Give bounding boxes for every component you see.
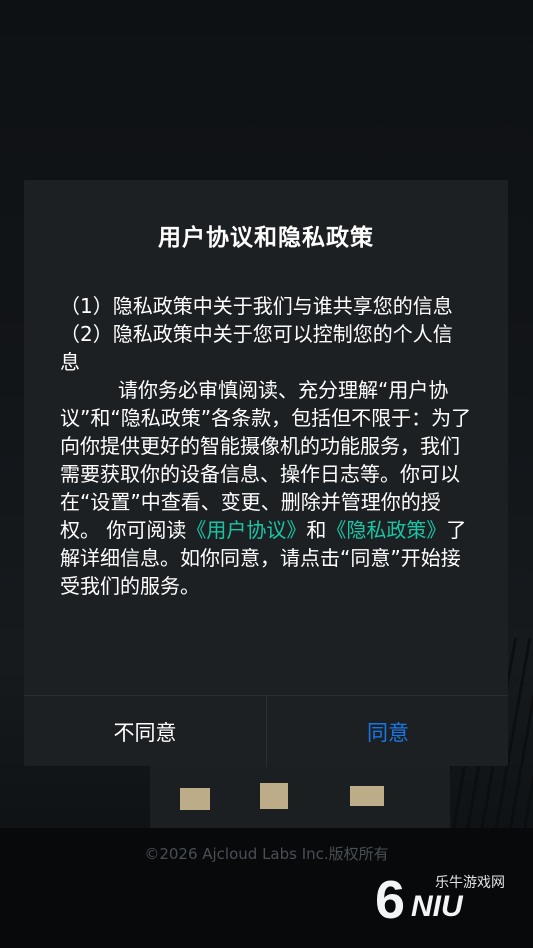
user-agreement-link[interactable]: 《用户协议》: [186, 518, 306, 542]
policy-item-2: （2）隐私政策中关于您可以控制您的个人信息: [60, 322, 453, 374]
copyright-text: ©2026 Ajcloud Labs Inc.版权所有: [144, 845, 389, 863]
dialog-title: 用户协议和隐私政策: [158, 225, 374, 251]
dialog-button-bar: 不同意 同意: [24, 695, 508, 767]
policy-body: 请你务必审慎阅读、充分理解“用户协议”和“隐私政策”各条款，包括但不限于：为了向…: [60, 376, 472, 600]
agree-button[interactable]: 同意: [267, 696, 509, 767]
watermark-digit: 6: [375, 870, 406, 930]
decline-button[interactable]: 不同意: [24, 696, 267, 767]
privacy-policy-link[interactable]: 《隐私政策》: [326, 518, 446, 542]
policy-item-1: （1）隐私政策中关于我们与谁共享您的信息: [60, 294, 453, 318]
dialog-content: （1）隐私政策中关于我们与谁共享您的信息 （2）隐私政策中关于您可以控制您的个人…: [60, 292, 472, 600]
watermark-letters: NIU: [411, 890, 463, 923]
site-watermark-logo: 6 NIU 乐牛游戏网: [375, 870, 515, 930]
policy-body-and: 和: [306, 518, 327, 542]
privacy-dialog: 用户协议和隐私政策 （1）隐私政策中关于我们与谁共享您的信息 （2）隐私政策中关…: [24, 180, 508, 767]
watermark-text: 乐牛游戏网: [435, 875, 505, 891]
